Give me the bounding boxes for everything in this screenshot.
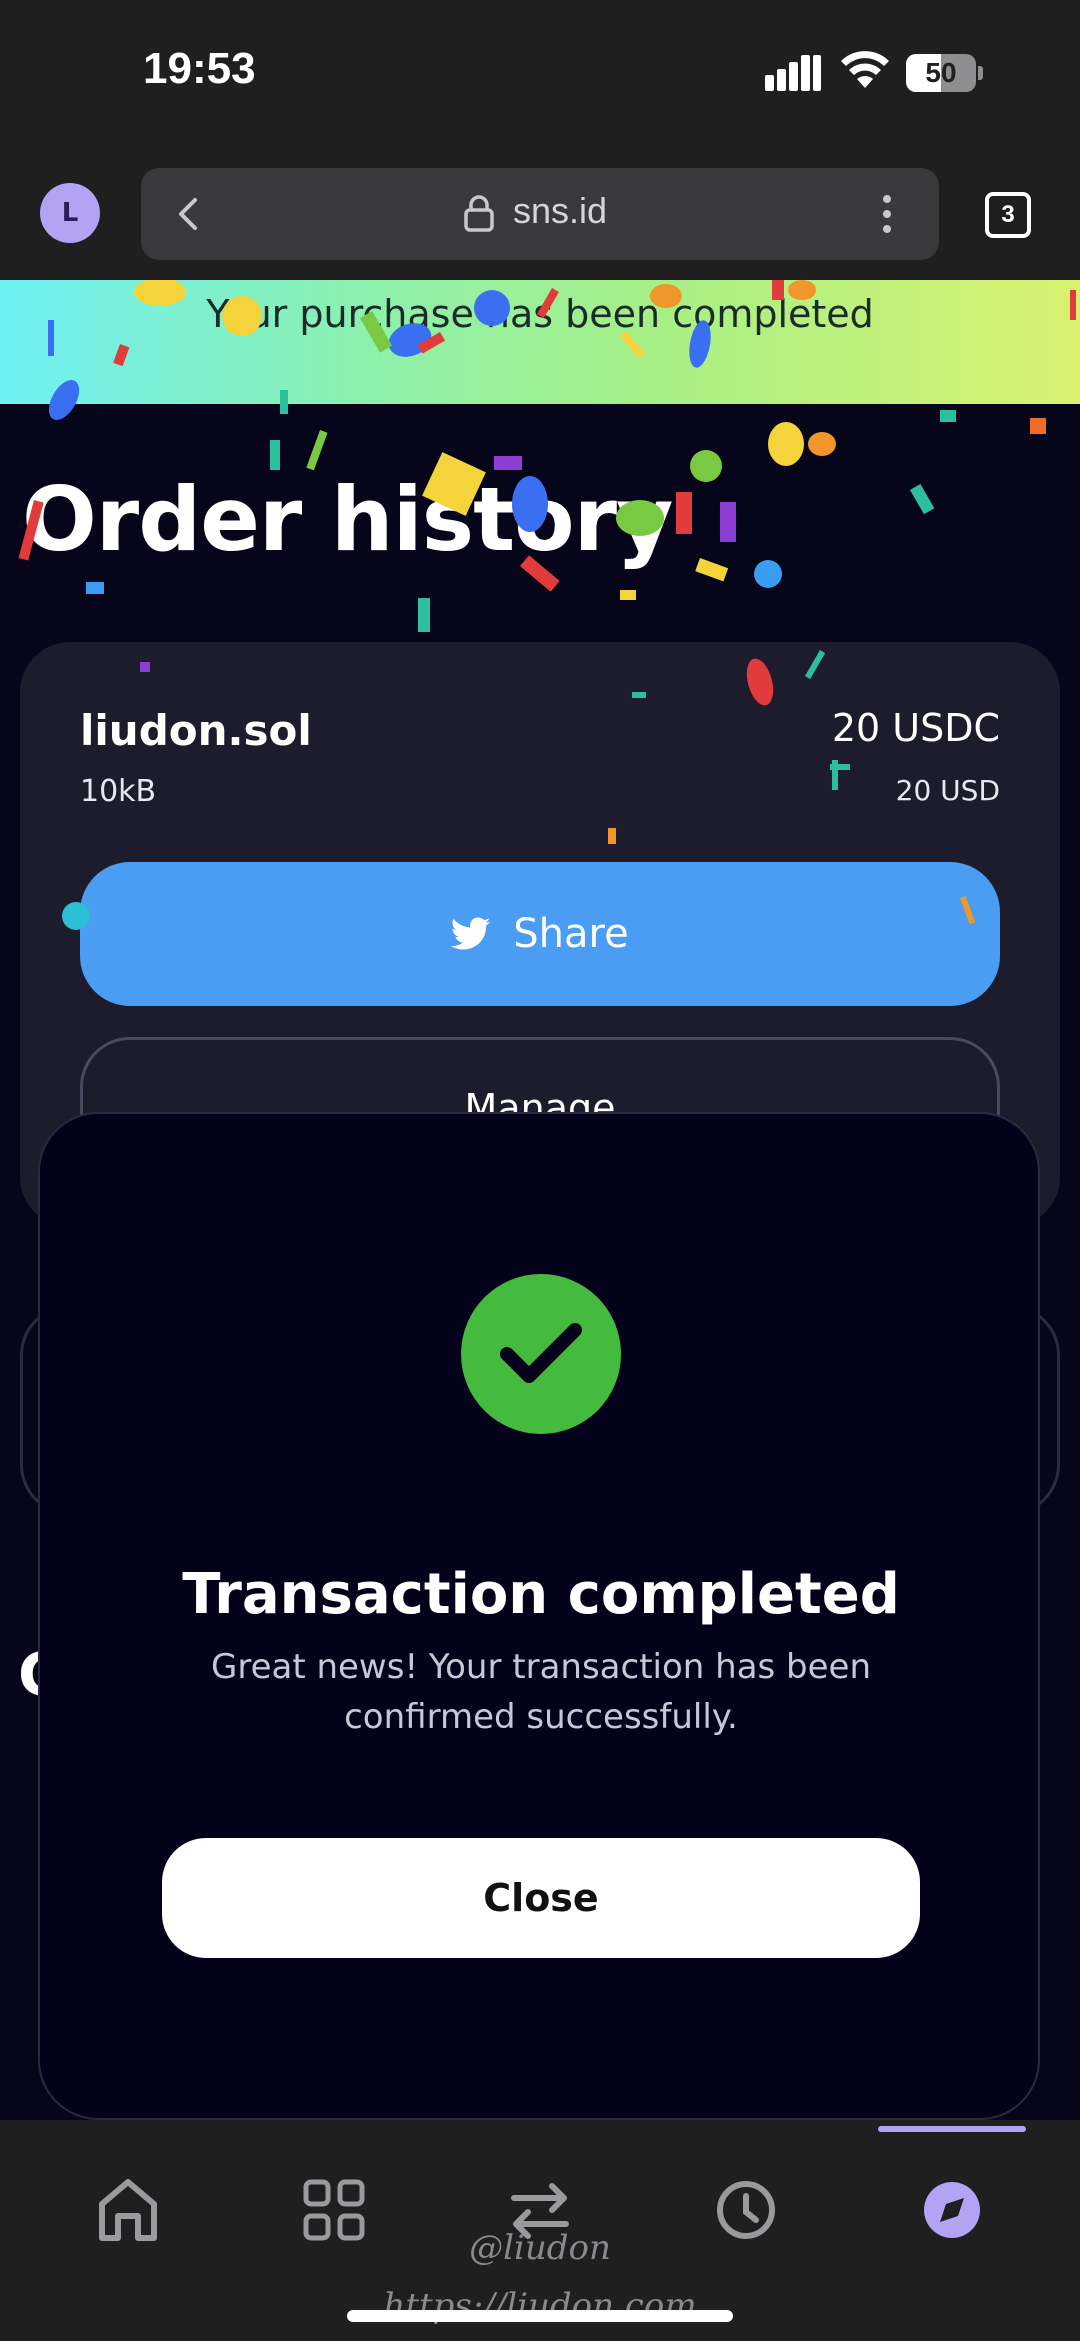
more-options-icon[interactable] <box>881 194 893 234</box>
back-chevron-icon[interactable] <box>171 196 207 232</box>
watermark-handle: @liudon <box>469 2228 611 2268</box>
active-tab-indicator <box>878 2126 1026 2132</box>
url-text: sns.id <box>513 190 608 231</box>
transaction-modal: Transaction completed Great news! Your t… <box>38 1112 1040 2120</box>
status-bar: 19:53 50 <box>0 0 1080 150</box>
success-badge <box>461 1274 621 1434</box>
browser-toolbar: L sns.id 3 <box>0 150 1080 280</box>
page-title: Order history <box>22 468 673 571</box>
checkmark-icon <box>500 1323 582 1383</box>
home-indicator[interactable] <box>347 2310 733 2322</box>
close-button[interactable]: Close <box>162 1838 920 1958</box>
bottom-navigation: @liudon https://liudon.com <box>0 2120 1080 2341</box>
status-time: 19:53 <box>143 44 256 93</box>
cellular-signal-icon <box>765 55 821 91</box>
lock-icon <box>464 195 494 232</box>
domain-name: liudon.sol <box>80 706 312 755</box>
success-banner: Your purchase has been completed <box>0 280 1080 404</box>
price-token: 20 USDC <box>831 706 1000 750</box>
twitter-icon <box>451 917 491 950</box>
battery-level: 50 <box>925 57 957 88</box>
battery-icon: 50 <box>906 54 983 92</box>
share-label: Share <box>513 911 629 957</box>
banner-text: Your purchase has been completed <box>206 292 874 336</box>
domain-size: 10kB <box>80 774 157 809</box>
modal-message: Great news! Your transaction has been co… <box>210 1647 872 1737</box>
price-fiat: 20 USD <box>895 774 1000 807</box>
url-bar[interactable]: sns.id <box>141 168 939 260</box>
wifi-icon <box>841 51 889 88</box>
share-button[interactable]: Share <box>80 862 1000 1006</box>
avatar[interactable]: L <box>40 183 100 243</box>
modal-title: Transaction completed <box>182 1562 900 1627</box>
tabs-count-button[interactable]: 3 <box>985 192 1031 238</box>
